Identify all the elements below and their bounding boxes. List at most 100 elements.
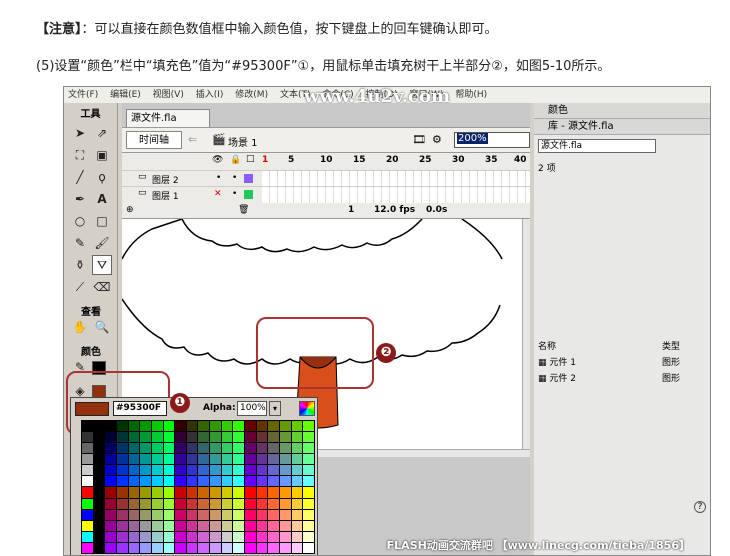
color-swatch[interactable] xyxy=(303,487,314,498)
menu-insert[interactable]: 插入(I) xyxy=(196,90,224,100)
color-swatch[interactable] xyxy=(163,454,175,465)
color-swatch[interactable] xyxy=(93,531,105,542)
color-swatch[interactable] xyxy=(140,476,151,487)
colors-panel-header[interactable]: 颜色 xyxy=(534,103,710,119)
color-swatch[interactable] xyxy=(93,487,105,498)
color-swatch[interactable] xyxy=(198,465,210,476)
color-swatch[interactable] xyxy=(210,465,221,476)
color-swatch[interactable] xyxy=(186,509,198,520)
color-swatch[interactable] xyxy=(151,476,163,487)
color-swatch[interactable] xyxy=(128,542,140,553)
color-swatch[interactable] xyxy=(198,432,210,443)
color-swatch[interactable] xyxy=(303,542,314,553)
rect-tool-icon[interactable]: □ xyxy=(92,211,112,231)
color-swatch[interactable] xyxy=(151,531,163,542)
color-swatch[interactable] xyxy=(105,542,116,553)
color-swatch[interactable] xyxy=(256,454,268,465)
color-swatch[interactable] xyxy=(221,542,233,553)
color-swatch[interactable] xyxy=(245,454,256,465)
color-swatch[interactable] xyxy=(163,509,175,520)
color-swatch[interactable] xyxy=(93,421,105,432)
color-swatch[interactable] xyxy=(291,443,303,454)
color-swatch[interactable] xyxy=(163,520,175,531)
color-swatch[interactable] xyxy=(245,421,256,432)
color-swatch[interactable] xyxy=(93,432,105,443)
color-swatch[interactable] xyxy=(233,531,245,542)
subselect-tool-icon[interactable]: ⇗ xyxy=(92,123,112,143)
menu-edit[interactable]: 编辑(E) xyxy=(110,90,141,100)
color-swatch[interactable] xyxy=(186,465,198,476)
color-swatch[interactable] xyxy=(303,465,314,476)
color-swatch[interactable] xyxy=(233,487,245,498)
menu-file[interactable]: 文件(F) xyxy=(68,90,98,100)
ink-bottle-icon[interactable]: ⚱ xyxy=(70,255,90,275)
color-swatch[interactable] xyxy=(163,542,175,553)
color-swatch[interactable] xyxy=(116,498,128,509)
paint-bucket-icon[interactable]: ⛛ xyxy=(92,255,112,275)
color-swatch[interactable] xyxy=(245,531,256,542)
color-swatch[interactable] xyxy=(140,542,151,553)
color-swatch[interactable] xyxy=(233,520,245,531)
oval-tool-icon[interactable]: ○ xyxy=(70,211,90,231)
color-swatch[interactable] xyxy=(256,487,268,498)
color-swatch[interactable] xyxy=(128,476,140,487)
visible-dot[interactable]: • xyxy=(216,173,221,183)
color-swatch[interactable] xyxy=(280,498,291,509)
color-swatch[interactable] xyxy=(245,465,256,476)
add-layer-icon[interactable]: ⊕ xyxy=(126,205,134,215)
color-swatch[interactable] xyxy=(105,498,116,509)
back-arrow-icon[interactable]: ⇐ xyxy=(188,133,197,146)
color-swatch[interactable] xyxy=(233,509,245,520)
color-swatch[interactable] xyxy=(280,542,291,553)
color-swatch[interactable] xyxy=(105,487,116,498)
color-swatch[interactable] xyxy=(128,509,140,520)
color-swatch[interactable] xyxy=(291,487,303,498)
color-swatch[interactable] xyxy=(128,432,140,443)
color-swatch[interactable] xyxy=(140,432,151,443)
color-swatch[interactable] xyxy=(221,509,233,520)
color-swatch[interactable] xyxy=(82,465,93,476)
color-swatch[interactable] xyxy=(198,509,210,520)
color-swatch[interactable] xyxy=(291,542,303,553)
color-swatch[interactable] xyxy=(116,509,128,520)
zoom-select[interactable]: 200% xyxy=(454,132,530,148)
color-swatch[interactable] xyxy=(210,476,221,487)
color-swatch[interactable] xyxy=(210,520,221,531)
color-swatch[interactable] xyxy=(163,465,175,476)
menu-modify[interactable]: 修改(M) xyxy=(235,90,268,100)
color-swatch[interactable] xyxy=(105,465,116,476)
color-swatch[interactable] xyxy=(140,443,151,454)
color-swatch[interactable] xyxy=(186,498,198,509)
document-tab[interactable]: 源文件.fla xyxy=(126,109,210,127)
color-swatch[interactable] xyxy=(116,454,128,465)
color-swatch[interactable] xyxy=(105,520,116,531)
delete-layer-icon[interactable]: 🗑 xyxy=(238,205,249,215)
color-swatch[interactable] xyxy=(221,454,233,465)
color-swatch[interactable] xyxy=(280,432,291,443)
color-swatch[interactable] xyxy=(151,443,163,454)
arrow-tool-icon[interactable]: ➤ xyxy=(70,123,90,143)
color-swatch[interactable] xyxy=(280,487,291,498)
color-swatch[interactable] xyxy=(82,432,93,443)
menu-view[interactable]: 视图(V) xyxy=(153,90,184,100)
color-swatch[interactable] xyxy=(256,476,268,487)
color-swatch[interactable] xyxy=(116,443,128,454)
color-swatch[interactable] xyxy=(151,520,163,531)
color-swatch[interactable] xyxy=(163,421,175,432)
color-swatch[interactable] xyxy=(245,443,256,454)
library-panel-header[interactable]: 库 - 源文件.fla xyxy=(534,119,710,135)
zoom-tool-icon[interactable]: 🔍 xyxy=(92,317,112,337)
color-swatch[interactable] xyxy=(151,432,163,443)
color-swatch[interactable] xyxy=(268,432,280,443)
color-swatch[interactable] xyxy=(233,454,245,465)
color-swatch[interactable] xyxy=(116,542,128,553)
color-swatch[interactable] xyxy=(128,531,140,542)
color-swatch[interactable] xyxy=(151,465,163,476)
color-swatch[interactable] xyxy=(268,421,280,432)
color-swatch[interactable] xyxy=(245,498,256,509)
color-swatch[interactable] xyxy=(256,520,268,531)
color-swatch[interactable] xyxy=(140,487,151,498)
color-swatch[interactable] xyxy=(186,487,198,498)
color-swatch[interactable] xyxy=(210,443,221,454)
color-wheel-icon[interactable] xyxy=(299,401,315,416)
